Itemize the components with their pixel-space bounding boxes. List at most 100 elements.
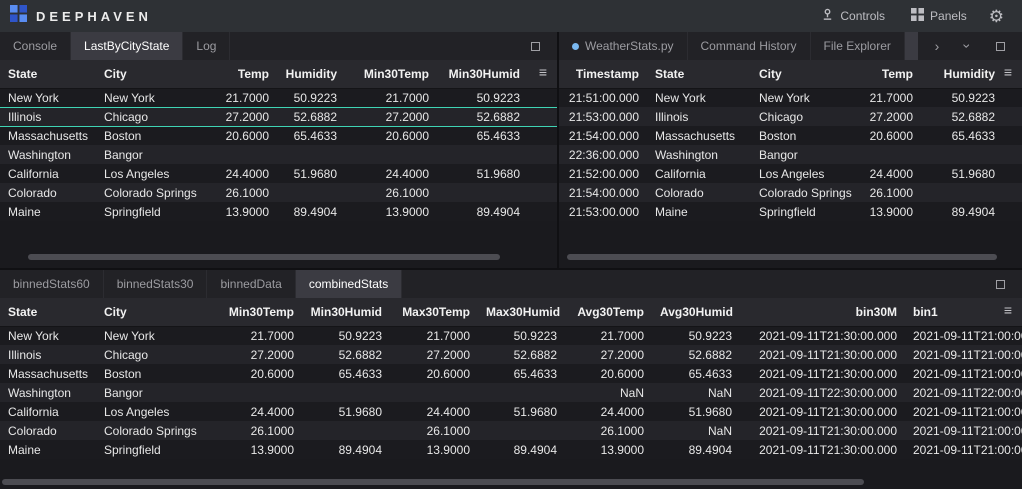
cell-state[interactable]: Maine [0, 202, 96, 221]
cell-max30humid[interactable]: 65.4633 [478, 364, 565, 383]
cell-max30humid[interactable] [478, 383, 565, 402]
cell-avg30temp[interactable]: 26.1000 [565, 421, 652, 440]
column-header-state[interactable]: State [0, 298, 96, 326]
tab-scroll-right-button[interactable]: › [927, 35, 948, 57]
cell-city[interactable]: Colorado Springs [751, 183, 859, 202]
cell-state[interactable]: Massachusetts [647, 126, 751, 145]
cell-temp[interactable]: 27.2000 [859, 107, 921, 126]
cell-state[interactable]: New York [647, 88, 751, 107]
table-row[interactable]: 21:52:00.000CaliforniaLos Angeles24.4000… [559, 164, 1022, 183]
cell-state[interactable]: California [0, 164, 96, 183]
cell-avg30humid[interactable]: 51.9680 [652, 402, 740, 421]
column-header-min30humid[interactable]: Min30Humid [302, 298, 390, 326]
cell-min30temp[interactable]: 27.2000 [345, 107, 437, 126]
cell-state[interactable]: Massachusetts [0, 126, 96, 145]
grid-menu-icon[interactable]: ≡ [539, 65, 547, 79]
cell-state[interactable]: Colorado [0, 183, 96, 202]
cell-city[interactable]: Chicago [751, 107, 859, 126]
cell-max30temp[interactable] [390, 383, 478, 402]
tab-combinedstats[interactable]: combinedStats [296, 270, 402, 298]
column-header-city[interactable]: City [751, 60, 859, 88]
cell-min30humid[interactable]: 51.9680 [302, 402, 390, 421]
cell-temp[interactable] [859, 145, 921, 164]
cell-min30temp[interactable]: 21.7000 [345, 88, 437, 107]
tab-file-explorer[interactable]: File Explorer [811, 32, 905, 60]
cell-city[interactable]: Bangor [96, 145, 213, 164]
cell-min30temp[interactable]: 13.9000 [212, 440, 302, 459]
cell-city[interactable]: New York [751, 88, 859, 107]
table-row[interactable]: MassachusettsBoston20.600065.463320.6000… [0, 364, 1022, 383]
column-header-city[interactable]: City [96, 60, 213, 88]
table-row[interactable]: 21:53:00.000IllinoisChicago27.200052.688… [559, 107, 1022, 126]
cell-min30humid[interactable]: 65.4633 [302, 364, 390, 383]
tab-weatherstats-py[interactable]: WeatherStats.py [559, 32, 688, 60]
cell-min30humid[interactable] [302, 383, 390, 402]
table-row[interactable]: MassachusettsBoston20.600065.463320.6000… [0, 126, 557, 145]
cell-min30temp[interactable]: 13.9000 [345, 202, 437, 221]
cell-city[interactable]: Los Angeles [96, 402, 212, 421]
cell-city[interactable]: Bangor [751, 145, 859, 164]
cell-max30temp[interactable]: 26.1000 [390, 421, 478, 440]
cell-avg30humid[interactable]: 52.6882 [652, 345, 740, 364]
table-row[interactable]: ColoradoColorado Springs26.100026.1000 [0, 183, 557, 202]
column-header-max30humid[interactable]: Max30Humid [478, 298, 565, 326]
cell-city[interactable]: Colorado Springs [96, 183, 213, 202]
cell-city[interactable]: Bangor [96, 383, 212, 402]
table-row[interactable]: 21:53:00.000MaineSpringfield13.900089.49… [559, 202, 1022, 221]
cell-min30temp[interactable]: 24.4000 [345, 164, 437, 183]
cell-timestamp[interactable]: 21:54:00.000 [559, 126, 647, 145]
cell-bin1[interactable]: 2021-09-11T21:00:00.000 [905, 364, 1022, 383]
cell-min30humid[interactable]: 65.4633 [437, 126, 528, 145]
cell-state[interactable]: Illinois [647, 107, 751, 126]
cell-humidity[interactable]: 52.6882 [921, 107, 1003, 126]
cell-bin1[interactable]: 2021-09-11T21:00:00.000 [905, 421, 1022, 440]
cell-temp[interactable]: 26.1000 [213, 183, 277, 202]
cell-timestamp[interactable]: 21:52:00.000 [559, 164, 647, 183]
cell-humidity[interactable]: 89.4904 [921, 202, 1003, 221]
table-row[interactable]: IllinoisChicago27.200052.688227.200052.6… [0, 107, 557, 126]
cell-city[interactable]: Springfield [751, 202, 859, 221]
cell-min30temp[interactable]: 20.6000 [212, 364, 302, 383]
cell-avg30temp[interactable]: NaN [565, 383, 652, 402]
cell-min30humid[interactable] [302, 421, 390, 440]
cell-max30humid[interactable]: 51.9680 [478, 402, 565, 421]
cell-state[interactable]: New York [0, 326, 96, 345]
cell-temp[interactable]: 20.6000 [859, 126, 921, 145]
cell-timestamp[interactable]: 21:53:00.000 [559, 107, 647, 126]
tab-list-button[interactable]: › [957, 35, 978, 57]
cell-city[interactable]: Springfield [96, 440, 212, 459]
table-row[interactable]: 22:36:00.000WashingtonBangor [559, 145, 1022, 164]
settings-button[interactable]: ⚙ [981, 4, 1012, 29]
cell-min30humid[interactable]: 51.9680 [437, 164, 528, 183]
cell-humidity[interactable]: 50.9223 [921, 88, 1003, 107]
cell-city[interactable]: Chicago [96, 107, 213, 126]
cell-avg30temp[interactable]: 24.4000 [565, 402, 652, 421]
panels-button[interactable]: Panels [899, 3, 979, 29]
cell-min30temp[interactable]: 26.1000 [212, 421, 302, 440]
table-row[interactable]: CaliforniaLos Angeles24.400051.968024.40… [0, 402, 1022, 421]
cell-avg30humid[interactable]: 89.4904 [652, 440, 740, 459]
cell-city[interactable]: Springfield [96, 202, 213, 221]
scrollbar-thumb[interactable] [28, 254, 500, 260]
cell-bin1[interactable]: 2021-09-11T21:00:00.000 [905, 402, 1022, 421]
cell-state[interactable]: Washington [0, 145, 96, 164]
cell-city[interactable]: New York [96, 88, 213, 107]
cell-min30humid[interactable] [437, 183, 528, 202]
cell-timestamp[interactable]: 21:51:00.000 [559, 88, 647, 107]
table-row[interactable]: ColoradoColorado Springs26.100026.100026… [0, 421, 1022, 440]
cell-bin1[interactable]: 2021-09-11T22:00:00.000 [905, 383, 1022, 402]
cell-city[interactable]: Boston [96, 126, 213, 145]
cell-bin30m[interactable]: 2021-09-11T21:30:00.000 [740, 326, 905, 345]
cell-temp[interactable]: 13.9000 [213, 202, 277, 221]
cell-temp[interactable]: 24.4000 [859, 164, 921, 183]
cell-min30humid[interactable]: 50.9223 [437, 88, 528, 107]
cell-temp[interactable]: 13.9000 [859, 202, 921, 221]
cell-min30temp[interactable]: 24.4000 [212, 402, 302, 421]
column-header-timestamp[interactable]: Timestamp [559, 60, 647, 88]
cell-bin1[interactable]: 2021-09-11T21:00:00.000 [905, 345, 1022, 364]
cell-max30humid[interactable]: 50.9223 [478, 326, 565, 345]
cell-humidity[interactable] [277, 183, 345, 202]
column-header-humidity[interactable]: Humidity [921, 60, 1003, 88]
cell-humidity[interactable] [921, 145, 1003, 164]
cell-state[interactable]: Washington [0, 383, 96, 402]
